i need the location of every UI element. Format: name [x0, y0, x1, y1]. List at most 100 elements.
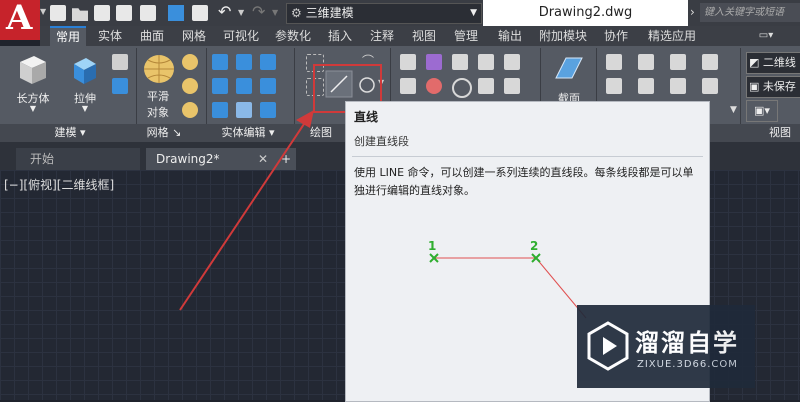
save-icon[interactable] [94, 5, 110, 21]
smooth-object-icon[interactable] [142, 52, 176, 86]
watermark-logo-icon [587, 321, 629, 371]
viewport-controls-label[interactable]: [−][俯视][二维线框] [4, 176, 114, 193]
point-2-label: 2 [530, 239, 538, 253]
tab-featured-apps[interactable]: 精选应用 [640, 26, 704, 46]
solid-intersect-icon[interactable] [260, 54, 276, 70]
new-file-icon[interactable] [50, 5, 66, 21]
workspace-select[interactable]: ⚙ 三维建模 ▼ [286, 3, 482, 24]
application-menu-button[interactable]: A [0, 0, 40, 40]
solid-thicken-icon[interactable] [236, 102, 252, 118]
3d-rotate-icon[interactable] [426, 78, 442, 94]
new-tab-button[interactable]: + [276, 148, 296, 170]
close-tab-icon[interactable]: ✕ [258, 148, 268, 170]
section-plane-icon[interactable] [552, 52, 586, 86]
panel-modeling-label[interactable]: 建模 ▾ [20, 124, 120, 142]
solid-interfere-icon[interactable] [236, 78, 252, 94]
panel-view-label[interactable]: 视图 [760, 124, 800, 142]
move-copy-icon[interactable] [400, 54, 416, 70]
tooltip-subtitle: 创建直线段 [354, 135, 409, 148]
3d-move-icon[interactable] [426, 54, 442, 70]
tab-mesh[interactable]: 网格 [176, 26, 212, 46]
ucs-world-icon[interactable] [638, 54, 654, 70]
smooth-object-label-1[interactable]: 平滑 [138, 88, 178, 104]
solid-shell-icon[interactable] [212, 102, 228, 118]
tooltip-description: 使用 LINE 命令，可以创建一系列连续的直线段。每条线段都是可以单独进行编辑的… [354, 166, 694, 197]
presspull-icon[interactable] [112, 54, 128, 70]
plot-icon[interactable] [192, 5, 208, 21]
rotate-icon[interactable] [452, 78, 472, 98]
save-as-icon[interactable] [116, 5, 132, 21]
smooth-object-label-2[interactable]: 对象 [138, 104, 178, 120]
ucs-z-icon[interactable] [702, 78, 718, 94]
gear-icon: ⚙ [291, 6, 302, 20]
watermark-url: ZIXUE.3D66.COM [637, 359, 738, 370]
ucs-origin-icon[interactable] [702, 54, 718, 70]
panel-solid-edit-label[interactable]: 实体编辑 ▾ [206, 124, 290, 142]
view-icon: ▣ [749, 80, 760, 93]
tab-home[interactable]: 常用 [50, 26, 86, 46]
web-mobile-icon[interactable] [140, 5, 156, 21]
solid-extract-icon[interactable] [260, 102, 276, 118]
mesh-refine-icon[interactable] [182, 78, 198, 94]
ucs-x-icon[interactable] [670, 54, 686, 70]
tab-output[interactable]: 输出 [492, 26, 528, 46]
chevron-right-icon[interactable]: › [690, 5, 695, 19]
union-icon[interactable] [112, 78, 128, 94]
tooltip-divider [352, 156, 703, 157]
search-input[interactable]: 键入关键字或短语 [700, 3, 800, 22]
tab-drawing2-label: Drawing2* [156, 152, 220, 166]
watermark: 溜溜自学 ZIXUE.3D66.COM [577, 305, 755, 388]
solid-subtract-icon[interactable] [236, 54, 252, 70]
tab-drawing2[interactable]: Drawing2* ✕ [146, 148, 280, 170]
extrude-dropdown-icon[interactable]: ▼ [72, 104, 98, 113]
move-icon[interactable] [452, 54, 468, 70]
mesh-crease-icon[interactable] [182, 102, 198, 118]
chevron-down-icon: ▼ [470, 8, 477, 18]
viewport-config-button[interactable]: ▣▾ [746, 100, 778, 122]
autocad-logo-icon: A [6, 0, 33, 38]
tab-surface[interactable]: 曲面 [134, 26, 170, 46]
tab-solid[interactable]: 实体 [92, 26, 128, 46]
trim-icon[interactable] [504, 54, 520, 70]
ribbon-options-icon[interactable]: ▭▾ [746, 26, 786, 46]
tooltip-title: 直线 [354, 110, 379, 124]
panel-draw-label[interactable]: 绘图 [296, 124, 346, 142]
tab-collaborate[interactable]: 协作 [598, 26, 634, 46]
named-view-select[interactable]: ▣ 未保存 [746, 76, 800, 98]
import-icon[interactable] [168, 5, 184, 21]
solid-union-icon[interactable] [212, 54, 228, 70]
extrude-icon[interactable] [68, 52, 102, 86]
tab-addins[interactable]: 附加模块 [534, 26, 592, 46]
undo-icon[interactable]: ↶ [218, 2, 231, 21]
watermark-name: 溜溜自学 [635, 329, 739, 357]
stretch-icon[interactable] [400, 78, 416, 94]
tab-view[interactable]: 视图 [406, 26, 442, 46]
solid-separate-icon[interactable] [260, 78, 276, 94]
mirror-icon[interactable] [478, 54, 494, 70]
solid-slice-icon[interactable] [212, 78, 228, 94]
workspace-value: 三维建模 [305, 6, 354, 20]
panel-mesh-label[interactable]: 网格 ↘ [136, 124, 192, 142]
box-dropdown-icon[interactable]: ▼ [20, 104, 46, 113]
tab-insert[interactable]: 插入 [322, 26, 358, 46]
tab-manage[interactable]: 管理 [448, 26, 484, 46]
ucs-object-icon[interactable] [638, 78, 654, 94]
tab-visualize[interactable]: 可视化 [218, 26, 264, 46]
redo-icon[interactable]: ↷ [252, 2, 265, 21]
tab-parametric[interactable]: 参数化 [270, 26, 316, 46]
ucs-icon[interactable] [606, 54, 622, 70]
scale-icon[interactable] [478, 78, 494, 94]
fillet-icon[interactable] [504, 78, 520, 94]
box-icon[interactable] [16, 52, 50, 86]
ucs-face-icon[interactable] [606, 78, 622, 94]
app-menu-chevron-icon[interactable]: ▼ [40, 7, 46, 17]
ucs-y-icon[interactable] [670, 78, 686, 94]
tab-start[interactable]: 开始 [16, 148, 140, 170]
ribbon-tab-bar: 常用 实体 曲面 网格 可视化 参数化 插入 注释 视图 管理 输出 附加模块 … [40, 26, 800, 46]
visual-style-select[interactable]: ◩ 二维线 [746, 52, 800, 74]
undo-dropdown-icon[interactable]: ▼ [238, 8, 244, 17]
document-title: Drawing2.dwg [483, 0, 688, 26]
redo-dropdown-icon[interactable]: ▼ [272, 8, 278, 17]
mesh-smooth-more-icon[interactable] [182, 54, 198, 70]
tab-annotate[interactable]: 注释 [364, 26, 400, 46]
